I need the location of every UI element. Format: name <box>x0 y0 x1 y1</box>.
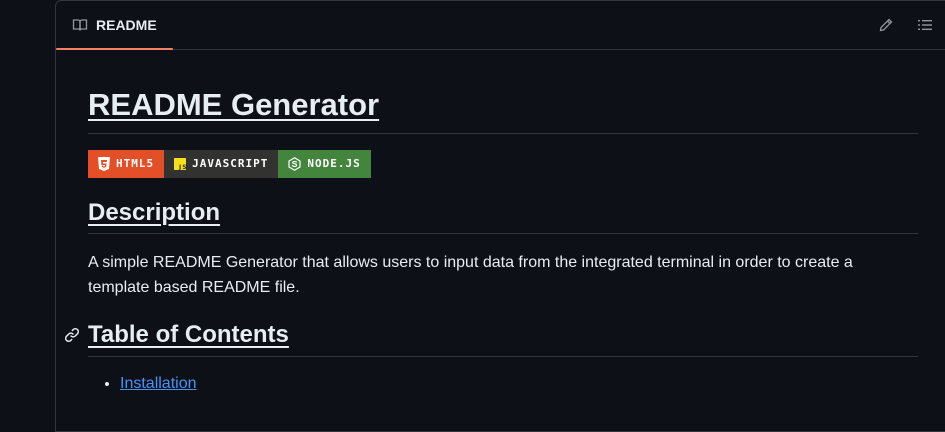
description-heading-link[interactable]: Description <box>88 199 220 226</box>
link-icon[interactable] <box>64 327 80 343</box>
description-text: A simple README Generator that allows us… <box>88 254 853 297</box>
book-icon <box>72 19 88 31</box>
readme-tab-label: README <box>96 17 157 33</box>
badge-nodejs[interactable]: NODE.JS <box>278 149 371 178</box>
toc-section: Table of Contents Installation <box>64 321 918 395</box>
javascript-icon: JS <box>174 157 187 170</box>
badge-nodejs-label: NODE.JS <box>307 157 361 171</box>
readme-content: README Generator HTML5 JS JAVASCRIPT NOD… <box>64 49 918 395</box>
badge-javascript-label: JAVASCRIPT <box>192 157 269 171</box>
toc-link-installation[interactable]: Installation <box>120 375 197 392</box>
toc-heading: Table of Contents <box>88 321 918 358</box>
readme-tab[interactable]: README <box>56 1 173 50</box>
badge-html5[interactable]: HTML5 <box>88 149 165 178</box>
description-heading: Description <box>88 199 918 235</box>
readme-title-link[interactable]: README Generator <box>88 87 379 122</box>
badge-javascript[interactable]: JS JAVASCRIPT <box>164 149 279 178</box>
html5-icon <box>98 156 110 171</box>
readme-title: README Generator <box>88 87 918 134</box>
badge-row: HTML5 JS JAVASCRIPT NODE.JS <box>88 149 918 178</box>
toc-list: Installation <box>88 373 918 395</box>
badge-html5-label: HTML5 <box>116 157 155 171</box>
nodejs-icon <box>288 156 301 171</box>
toc-heading-link[interactable]: Table of Contents <box>88 321 289 348</box>
description-section: Description A simple README Generator th… <box>88 199 918 301</box>
pencil-icon[interactable] <box>878 17 894 33</box>
toc-item: Installation <box>120 373 918 395</box>
svg-text:JS: JS <box>178 164 186 170</box>
readme-panel: README README Generator HTML5 JS JAVASCR… <box>55 0 945 432</box>
list-icon[interactable] <box>917 17 933 33</box>
readme-header: README <box>56 1 945 50</box>
